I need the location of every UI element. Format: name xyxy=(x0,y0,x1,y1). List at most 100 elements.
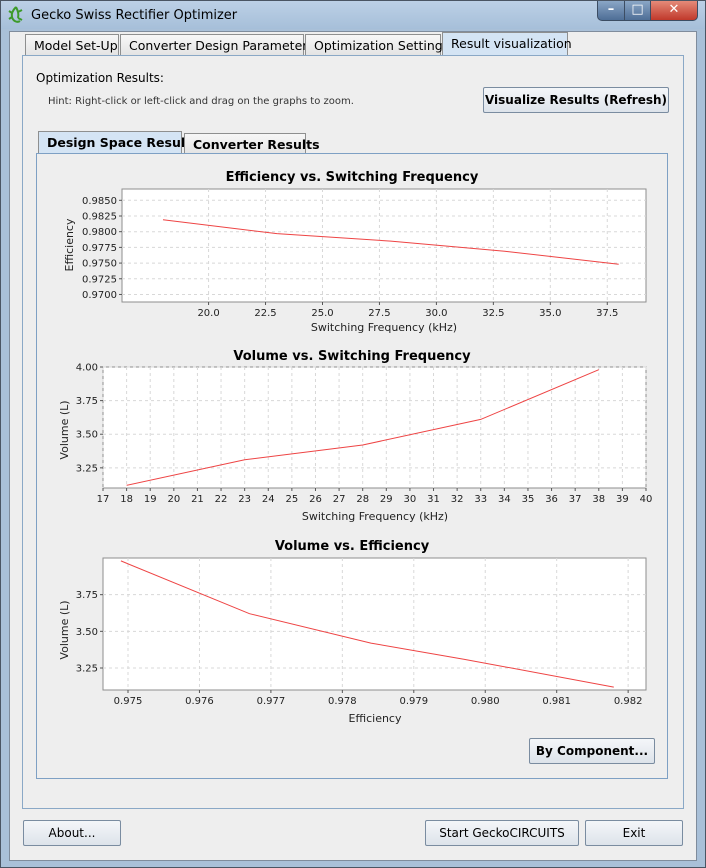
x-tick-label: 0.975 xyxy=(114,696,143,707)
x-tick-label: 20.0 xyxy=(197,308,219,319)
y-tick-label: 0.9775 xyxy=(82,243,117,254)
x-tick-label: 30 xyxy=(404,494,417,505)
minimize-button[interactable]: – xyxy=(597,1,625,21)
x-tick-label: 39 xyxy=(616,494,629,505)
plot-area[interactable] xyxy=(102,557,647,691)
title-bar[interactable]: Gecko Swiss Rectifier Optimizer – □ ✕ xyxy=(1,1,705,29)
chart-title: Efficiency vs. Switching Frequency xyxy=(226,170,479,185)
tab-label: Converter Design Parameters xyxy=(129,38,314,53)
results-heading: Optimization Results: xyxy=(36,71,164,85)
y-tick-label: 0.9750 xyxy=(82,259,117,270)
x-axis-label: Switching Frequency (kHz) xyxy=(311,321,457,334)
tab-result-visualization[interactable]: Result visualization xyxy=(442,32,572,56)
visualize-results-button[interactable]: Visualize Results (Refresh) xyxy=(483,87,669,113)
x-tick-label: 20 xyxy=(167,494,180,505)
y-tick-label: 3.25 xyxy=(76,463,98,474)
y-tick-label: 0.9825 xyxy=(82,211,117,222)
x-tick-label: 26 xyxy=(309,494,322,505)
maximize-button[interactable]: □ xyxy=(624,1,651,21)
x-tick-label: 37 xyxy=(569,494,582,505)
tab-design-space-results[interactable]: Design Space Results xyxy=(38,131,199,155)
minimize-icon: – xyxy=(607,2,615,17)
y-tick-label: 4.00 xyxy=(76,363,98,374)
y-tick-label: 3.50 xyxy=(76,627,98,638)
y-tick-label: 0.9725 xyxy=(82,274,117,285)
x-tick-label: 0.976 xyxy=(185,696,214,707)
y-tick-labels: 0.9850 0.9825 0.9800 0.9775 0.9750 0.9725 0.97… xyxy=(82,196,117,301)
x-tick-label: 33 xyxy=(474,494,487,505)
y-tick-label: 3.75 xyxy=(76,396,98,407)
y-tick-labels: 3.75 3.50 3.25 xyxy=(76,590,98,674)
x-tick-label: 27 xyxy=(333,494,346,505)
y-axis-label: Volume (L) xyxy=(58,600,71,659)
x-tick-label: 17 xyxy=(97,494,110,505)
efficiency-frequency-chart[interactable]: Efficiency vs. Switching Frequency 0.985… xyxy=(41,163,661,339)
exit-button[interactable]: Exit xyxy=(585,820,683,846)
x-tick-label: 0.981 xyxy=(542,696,571,707)
y-tick-label: 0.9800 xyxy=(82,227,117,238)
x-tick-label: 0.980 xyxy=(471,696,500,707)
x-tick-label: 24 xyxy=(262,494,275,505)
x-tick-label: 25 xyxy=(286,494,299,505)
x-tick-label: 27.5 xyxy=(368,308,390,319)
x-tick-label: 35 xyxy=(522,494,535,505)
volume-frequency-chart[interactable]: Volume vs. Switching Frequency 4.00 3.75 3… xyxy=(41,343,661,527)
app-window: Gecko Swiss Rectifier Optimizer – □ ✕ Mo… xyxy=(0,0,706,868)
window-title: Gecko Swiss Rectifier Optimizer xyxy=(31,8,238,23)
x-tick-labels: 0.975 0.976 0.977 0.978 0.979 0.980 0.981 0.982 xyxy=(114,696,643,707)
chart-title: Volume vs. Switching Frequency xyxy=(233,349,471,364)
x-tick-label: 0.977 xyxy=(257,696,286,707)
tab-converter-design-parameters[interactable]: Converter Design Parameters xyxy=(120,34,314,56)
y-tick-label: 0.9700 xyxy=(82,290,117,301)
y-tick-label: 3.75 xyxy=(76,590,98,601)
x-tick-label: 32.5 xyxy=(482,308,504,319)
x-tick-label: 0.982 xyxy=(614,696,643,707)
x-tick-label: 35.0 xyxy=(539,308,561,319)
x-tick-label: 0.979 xyxy=(399,696,428,707)
x-axis-label: Switching Frequency (kHz) xyxy=(302,510,448,523)
tab-label: Design Space Results xyxy=(47,135,199,150)
y-tick-label: 3.50 xyxy=(76,430,98,441)
x-tick-label: 25.0 xyxy=(311,308,333,319)
volume-efficiency-chart[interactable]: Volume vs. Efficiency 3.75 3.50 3.25 0.975… xyxy=(41,533,661,729)
maximize-icon: □ xyxy=(631,2,644,17)
tab-label: Converter Results xyxy=(193,137,320,152)
by-component-button[interactable]: By Component... xyxy=(529,738,655,764)
gecko-app-icon xyxy=(8,6,23,23)
x-tick-label: 19 xyxy=(144,494,157,505)
tab-converter-results[interactable]: Converter Results xyxy=(184,133,320,155)
tab-optimization-settings[interactable]: Optimization Settings xyxy=(305,34,449,56)
chart-title: Volume vs. Efficiency xyxy=(275,539,430,554)
plot-area[interactable] xyxy=(102,366,647,489)
tab-label: Result visualization xyxy=(451,36,572,51)
x-tick-label: 18 xyxy=(120,494,133,505)
x-tick-labels: 20.0 22.5 25.0 27.5 30.0 32.5 35.0 37.5 xyxy=(197,308,618,319)
y-tick-label: 3.25 xyxy=(76,664,98,675)
x-tick-label: 23 xyxy=(238,494,251,505)
close-icon: ✕ xyxy=(668,2,680,17)
x-tick-label: 36 xyxy=(545,494,558,505)
x-axis-label: Efficiency xyxy=(349,712,402,725)
tab-label: Model Set-Up xyxy=(34,38,118,53)
x-tick-label: 0.978 xyxy=(328,696,357,707)
zoom-hint: Hint: Right-click or left-click and drag… xyxy=(48,96,354,107)
plot-area[interactable] xyxy=(121,188,647,303)
x-tick-label: 38 xyxy=(592,494,605,505)
x-tick-label: 22 xyxy=(215,494,228,505)
close-button[interactable]: ✕ xyxy=(650,1,698,21)
x-tick-label: 34 xyxy=(498,494,511,505)
x-tick-label: 28 xyxy=(356,494,369,505)
y-axis-label: Efficiency xyxy=(63,218,76,271)
y-axis-label: Volume (L) xyxy=(58,400,71,459)
x-tick-label: 21 xyxy=(191,494,204,505)
x-tick-labels: 17 18 19 20 21 22 23 24 25 26 27 28 29 30 31 32 33 34 35 36… xyxy=(97,494,653,505)
tab-model-setup[interactable]: Model Set-Up xyxy=(25,34,119,56)
y-tick-labels: 4.00 3.75 3.50 3.25 xyxy=(76,363,98,475)
start-geckocircuits-button[interactable]: Start GeckoCIRCUITS xyxy=(425,820,579,846)
x-tick-label: 40 xyxy=(640,494,653,505)
x-tick-label: 37.5 xyxy=(596,308,618,319)
x-tick-label: 31 xyxy=(427,494,440,505)
x-tick-label: 32 xyxy=(451,494,464,505)
x-tick-label: 29 xyxy=(380,494,393,505)
about-button[interactable]: About... xyxy=(23,820,121,846)
